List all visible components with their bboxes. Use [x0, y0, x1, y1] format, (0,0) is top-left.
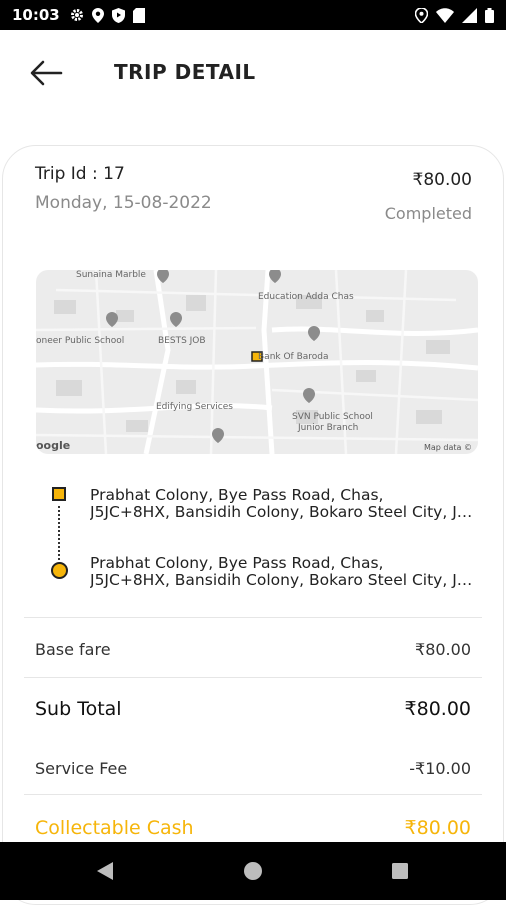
divider — [24, 794, 482, 795]
route-map[interactable]: Sunaina Marble Education Adda Chas oneer… — [36, 270, 478, 454]
google-logo: oogle — [36, 439, 71, 452]
map-label: BESTS JOB — [158, 336, 206, 346]
service-fee-row: Service Fee -₹10.00 — [35, 759, 471, 778]
pickup-address-line: J5JC+8HX, Bansidih Colony, Bokaro Steel … — [90, 504, 476, 521]
app-bar: TRIP DETAIL — [0, 30, 506, 116]
nav-home-icon[interactable] — [243, 860, 263, 882]
subtotal-row: Sub Total ₹80.00 — [35, 698, 471, 720]
map-label: Education Adda Chas — [258, 292, 354, 302]
shield-play-icon — [111, 7, 125, 23]
drop-address: Prabhat Colony, Bye Pass Road, Chas, J5J… — [90, 555, 476, 589]
arrow-left-icon — [30, 60, 63, 86]
wifi-icon — [436, 7, 454, 23]
nav-back-icon[interactable] — [95, 860, 115, 882]
map-label: Bank Of Baroda — [258, 352, 329, 362]
collectable-cash-value: ₹80.00 — [404, 817, 471, 839]
map-label: Sunaina Marble — [76, 270, 146, 280]
route-connector — [58, 506, 60, 560]
trip-status: Completed — [384, 204, 472, 223]
pickup-marker-icon — [52, 487, 66, 501]
status-bar: 10:03 — [0, 0, 506, 30]
pickup-address: Prabhat Colony, Bye Pass Road, Chas, J5J… — [90, 487, 476, 521]
trip-amount: ₹80.00 — [412, 170, 472, 190]
divider — [24, 677, 482, 678]
location-pin-icon — [91, 7, 104, 23]
trip-card — [2, 145, 504, 905]
sd-card-icon — [132, 7, 145, 23]
divider — [24, 617, 482, 618]
battery-icon — [485, 7, 494, 23]
subtotal-label: Sub Total — [35, 698, 122, 720]
nav-recents-icon[interactable] — [390, 860, 410, 882]
pickup-address-line: Prabhat Colony, Bye Pass Road, Chas, — [90, 487, 384, 504]
base-fare-row: Base fare ₹80.00 — [35, 640, 471, 659]
status-time: 10:03 — [12, 6, 60, 24]
map-label: oneer Public School — [36, 336, 125, 346]
subtotal-value: ₹80.00 — [404, 698, 471, 720]
map-streets — [36, 270, 478, 454]
drop-address-line: Prabhat Colony, Bye Pass Road, Chas, — [90, 555, 384, 572]
drop-address-line: J5JC+8HX, Bansidih Colony, Bokaro Steel … — [90, 572, 476, 589]
map-label: Junior Branch — [298, 423, 359, 433]
gear-icon — [70, 9, 83, 21]
trip-id: Trip Id : 17 — [35, 164, 125, 184]
location-icon — [415, 7, 428, 23]
base-fare-label: Base fare — [35, 640, 111, 659]
trip-date: Monday, 15-08-2022 — [35, 193, 212, 213]
service-fee-value: -₹10.00 — [409, 759, 471, 778]
signal-icon — [462, 7, 477, 23]
back-button[interactable] — [28, 58, 68, 88]
map-label: Edifying Services — [156, 402, 233, 412]
service-fee-label: Service Fee — [35, 759, 128, 778]
system-nav-bar — [0, 842, 506, 900]
map-label: SVN Public School — [292, 412, 373, 422]
collectable-cash-row: Collectable Cash ₹80.00 — [35, 817, 471, 839]
collectable-cash-label: Collectable Cash — [35, 817, 194, 839]
drop-marker-icon — [51, 562, 68, 579]
page-title: TRIP DETAIL — [114, 60, 256, 84]
map-data-attribution[interactable]: Map data © — [424, 443, 472, 452]
base-fare-value: ₹80.00 — [415, 640, 471, 659]
